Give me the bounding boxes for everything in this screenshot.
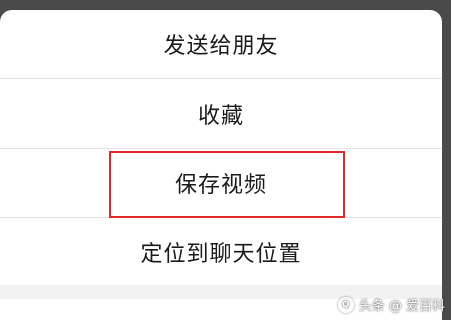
cancel-button[interactable] [0, 299, 442, 320]
menu-item-send-to-friend[interactable]: 发送给朋友 [0, 10, 442, 78]
menu-item-label: 收藏 [197, 103, 244, 129]
menu-item-locate-in-chat[interactable]: 定位到聊天位置 [0, 218, 442, 285]
menu-item-favorite[interactable]: 收藏 [0, 79, 442, 148]
menu-item-save-video[interactable]: 保存视频 [0, 149, 442, 217]
menu-item-label: 发送给朋友 [163, 34, 279, 59]
menu-item-label: 定位到聊天位置 [140, 241, 302, 267]
section-gap [0, 285, 442, 299]
action-sheet: 发送给朋友 收藏 保存视频 定位到聊天位置 [0, 10, 442, 320]
menu-item-label: 保存视频 [174, 173, 267, 198]
